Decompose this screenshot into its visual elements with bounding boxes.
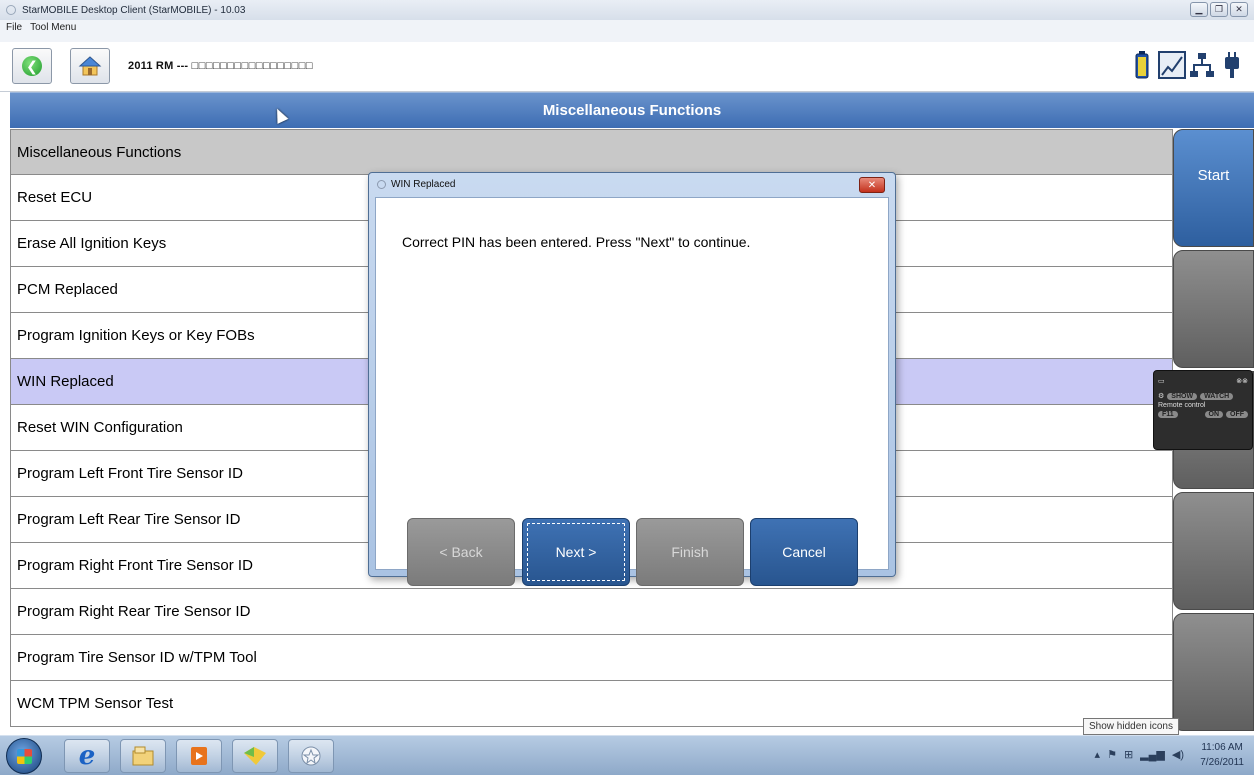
back-arrow-icon: ❮ (22, 56, 42, 76)
vehicle-info: 2011 RM --- □□□□□□□□□□□□□□□□□ (128, 60, 313, 72)
file-explorer-icon[interactable] (120, 739, 166, 773)
folder-app-icon[interactable] (232, 739, 278, 773)
back-button[interactable]: ❮ (12, 48, 52, 84)
dialog-title: WIN Replaced (391, 179, 456, 190)
window-controls: ▁ ❐ ✕ (1190, 2, 1248, 17)
menu-file[interactable]: File (6, 22, 22, 33)
vin-masked: □□□□□□□□□□□□□□□□□ (191, 60, 314, 72)
side-button-2[interactable] (1173, 250, 1254, 368)
toolbar: ❮ 2011 RM --- □□□□□□□□□□□□□□□□□ (0, 42, 1254, 92)
connector-icon (1218, 50, 1246, 80)
battery-icon (1128, 50, 1156, 80)
home-icon (78, 56, 102, 76)
signal-icon (1158, 50, 1186, 80)
remote-control-widget: ▭ ⊗⊗ ⚙ SHOW WATCH Remote control F11 ON … (1153, 370, 1253, 450)
status-icons (1128, 50, 1246, 80)
win-replaced-dialog: WIN Replaced ✕ Correct PIN has been ente… (368, 172, 896, 586)
cancel-button[interactable]: Cancel (750, 518, 858, 586)
show-hidden-icons-icon[interactable]: ▴ (1095, 748, 1101, 761)
system-tray: ▴ ⚑ ⊞ ▂▄▆ ◀) (1095, 748, 1184, 761)
menu-bar: File Tool Menu (0, 20, 1254, 42)
next-button[interactable]: Next > (522, 518, 630, 586)
dialog-app-icon (377, 180, 386, 189)
show-toggle[interactable]: SHOW (1167, 392, 1198, 400)
home-button[interactable] (70, 48, 110, 84)
action-center-flag-icon[interactable]: ⚑ (1107, 748, 1117, 761)
media-player-icon[interactable] (176, 739, 222, 773)
remote-key: F11 (1158, 411, 1178, 418)
remote-control-title: Remote control (1158, 402, 1206, 409)
starmobile-icon[interactable] (288, 739, 334, 773)
start-button[interactable]: Start (1173, 129, 1254, 247)
settings-icon[interactable]: ⚙ (1158, 392, 1164, 400)
internet-explorer-icon[interactable]: e (64, 739, 110, 773)
system-clock[interactable]: 11:06 AM 7/26/2011 (1200, 740, 1244, 770)
dialog-title-bar: WIN Replaced (377, 179, 455, 190)
window-title: StarMOBILE Desktop Client (StarMOBILE) -… (22, 4, 246, 16)
volume-icon[interactable]: ◀) (1172, 748, 1184, 761)
remote-on-toggle[interactable]: ON (1204, 411, 1223, 418)
taskbar: e ▴ ⚑ ⊞ ▂▄▆ ◀) 11:06 AM 7/26/2011 (0, 735, 1254, 775)
finish-button[interactable]: Finish (636, 518, 744, 586)
windows-start-icon[interactable] (6, 738, 42, 774)
side-button-4[interactable] (1173, 492, 1254, 610)
list-item[interactable]: Program Tire Sensor ID w/TPM Tool (10, 635, 1173, 681)
menu-tool-menu[interactable]: Tool Menu (30, 22, 76, 33)
device-icon[interactable]: ⊞ (1124, 748, 1133, 761)
network-icon (1188, 50, 1216, 80)
chat-icon[interactable]: ▭ (1158, 377, 1165, 385)
network-signal-icon[interactable]: ▂▄▆ (1140, 748, 1165, 761)
back-wizard-button[interactable]: < Back (407, 518, 515, 586)
tooltip: Show hidden icons (1083, 718, 1179, 735)
watch-toggle[interactable]: WATCH (1200, 392, 1234, 400)
side-button-5[interactable] (1173, 613, 1254, 731)
clock-time: 11:06 AM (1201, 742, 1243, 753)
dialog-message: Correct PIN has been entered. Press "Nex… (402, 234, 751, 250)
maximize-icon[interactable]: ❐ (1210, 2, 1228, 17)
vehicle-label: 2011 RM (128, 60, 174, 72)
list-group-header: Miscellaneous Functions (10, 129, 1173, 175)
remote-off-toggle[interactable]: OFF (1226, 411, 1248, 418)
page-title: Miscellaneous Functions (10, 92, 1254, 128)
minimize-icon[interactable]: ▁ (1190, 2, 1208, 17)
list-item[interactable]: WCM TPM Sensor Test (10, 681, 1173, 727)
clock-date: 7/26/2011 (1200, 757, 1244, 768)
dialog-body: Correct PIN has been entered. Press "Nex… (375, 197, 889, 586)
app-icon (6, 5, 16, 15)
dialog-close-icon[interactable]: ✕ (859, 177, 885, 193)
close-icon[interactable]: ✕ (1230, 2, 1248, 17)
window-title-bar: StarMOBILE Desktop Client (StarMOBILE) -… (0, 0, 1254, 20)
vehicle-separator: --- (176, 60, 189, 72)
list-item[interactable]: Program Right Rear Tire Sensor ID (10, 589, 1173, 635)
widget-close-icon[interactable]: ⊗⊗ (1236, 377, 1248, 385)
